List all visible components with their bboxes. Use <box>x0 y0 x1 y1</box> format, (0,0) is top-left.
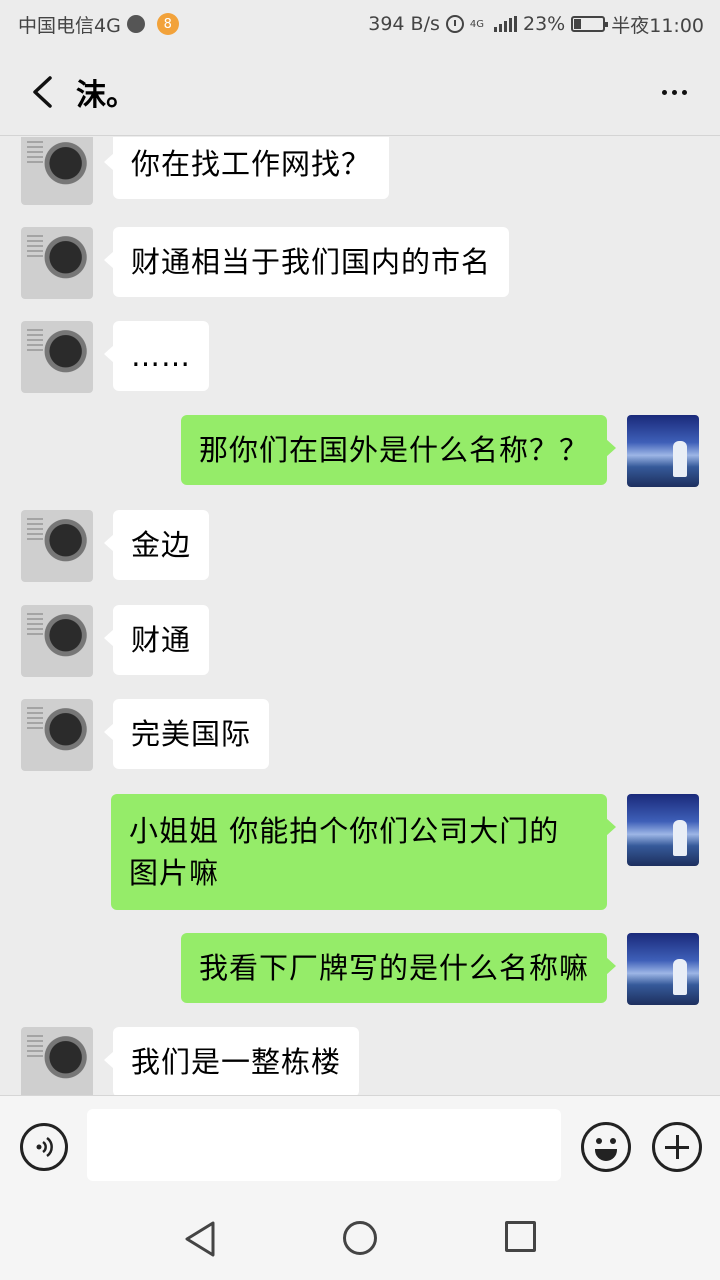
contact-avatar[interactable] <box>21 605 93 677</box>
received-message[interactable]: 你在找工作网找？ <box>103 137 390 199</box>
nav-back-button[interactable] <box>182 1219 218 1259</box>
plus-button[interactable] <box>652 1122 702 1172</box>
alarm-icon <box>445 15 464 33</box>
sent-message[interactable]: 那你们在国外是什么名称？？ <box>180 415 617 485</box>
nav-home-button[interactable] <box>343 1221 377 1255</box>
voice-icon <box>36 1136 53 1158</box>
received-message[interactable]: 财通 <box>103 605 210 675</box>
contact-avatar[interactable] <box>21 321 93 393</box>
received-message[interactable]: 财通相当于我们国内的市名 <box>103 227 510 297</box>
my-avatar[interactable] <box>627 794 699 866</box>
contact-avatar[interactable] <box>21 510 93 582</box>
my-avatar[interactable] <box>627 415 699 487</box>
contact-avatar[interactable] <box>21 1027 93 1095</box>
signal-icon <box>494 16 517 32</box>
carrier-label: 中国电信4G <box>18 14 121 37</box>
network-type: 4G <box>469 18 484 30</box>
received-message[interactable]: …… <box>104 321 209 391</box>
received-message[interactable]: 完美国际 <box>103 699 270 769</box>
my-avatar[interactable] <box>627 933 699 1005</box>
notification-badge: 8 <box>156 13 179 35</box>
received-message[interactable]: 我们是一整栋楼 <box>103 1027 360 1095</box>
contact-avatar[interactable] <box>21 137 93 205</box>
contact-avatar[interactable] <box>21 227 93 299</box>
contact-avatar[interactable] <box>21 699 93 771</box>
globe-icon <box>126 15 145 33</box>
voice-button[interactable] <box>20 1123 68 1171</box>
battery-icon <box>571 16 609 32</box>
more-icon <box>661 89 667 95</box>
chevron-left-icon <box>33 75 52 108</box>
clock: 半夜11:00 <box>611 14 704 37</box>
system-nav-bar <box>0 1197 720 1280</box>
emoji-icon <box>596 1138 602 1144</box>
received-message[interactable]: 金边 <box>103 510 210 580</box>
chat-header: 沫。 <box>0 48 720 136</box>
chat-title: 沫。 <box>76 77 136 113</box>
emoji-button[interactable] <box>581 1122 631 1172</box>
message-list[interactable]: 你在找工作网找？ 财通相当于我们国内的市名 …… 那你们在国外是什么名称？？ 金… <box>0 137 720 1095</box>
nav-recents-button[interactable] <box>505 1221 536 1252</box>
back-button[interactable] <box>12 62 72 122</box>
input-bar <box>0 1095 720 1197</box>
net-speed: 394 B/s <box>368 13 440 35</box>
sent-message[interactable]: 小姐姐 你能拍个你们公司大门的图片嘛 <box>111 794 616 910</box>
message-input[interactable] <box>87 1109 561 1181</box>
status-bar: 中国电信4G 8 394 B/s 4G 23% 半夜11:00 <box>0 0 720 48</box>
sent-message[interactable]: 我看下厂牌写的是什么名称嘛 <box>180 933 617 1003</box>
battery-percent: 23% <box>523 13 566 35</box>
more-button[interactable] <box>654 72 694 112</box>
